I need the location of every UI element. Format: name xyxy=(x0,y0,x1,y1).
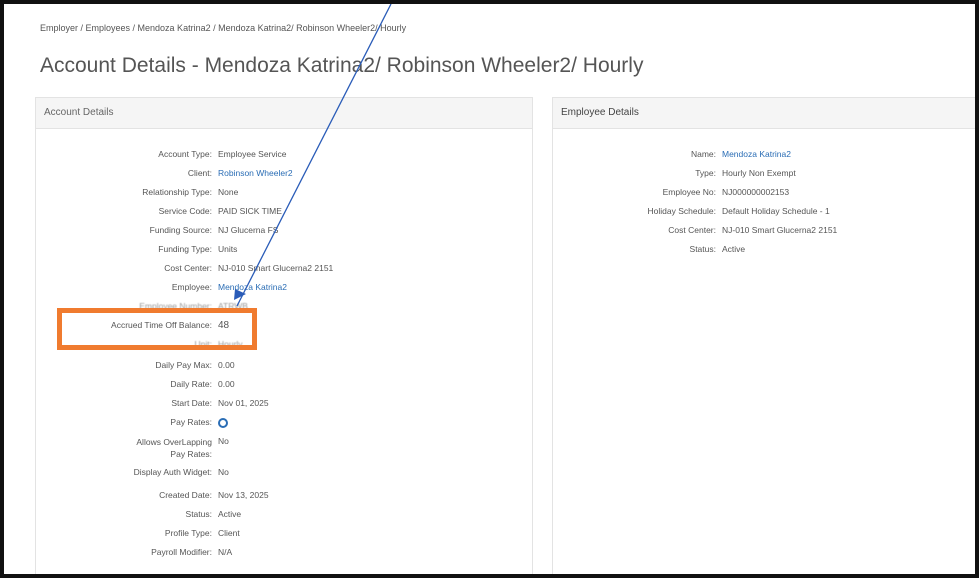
screenshot-frame: Employer / Employees / Mendoza Katrina2 … xyxy=(0,0,979,578)
annotation-line xyxy=(236,4,392,307)
annotation-arrow xyxy=(234,4,392,307)
